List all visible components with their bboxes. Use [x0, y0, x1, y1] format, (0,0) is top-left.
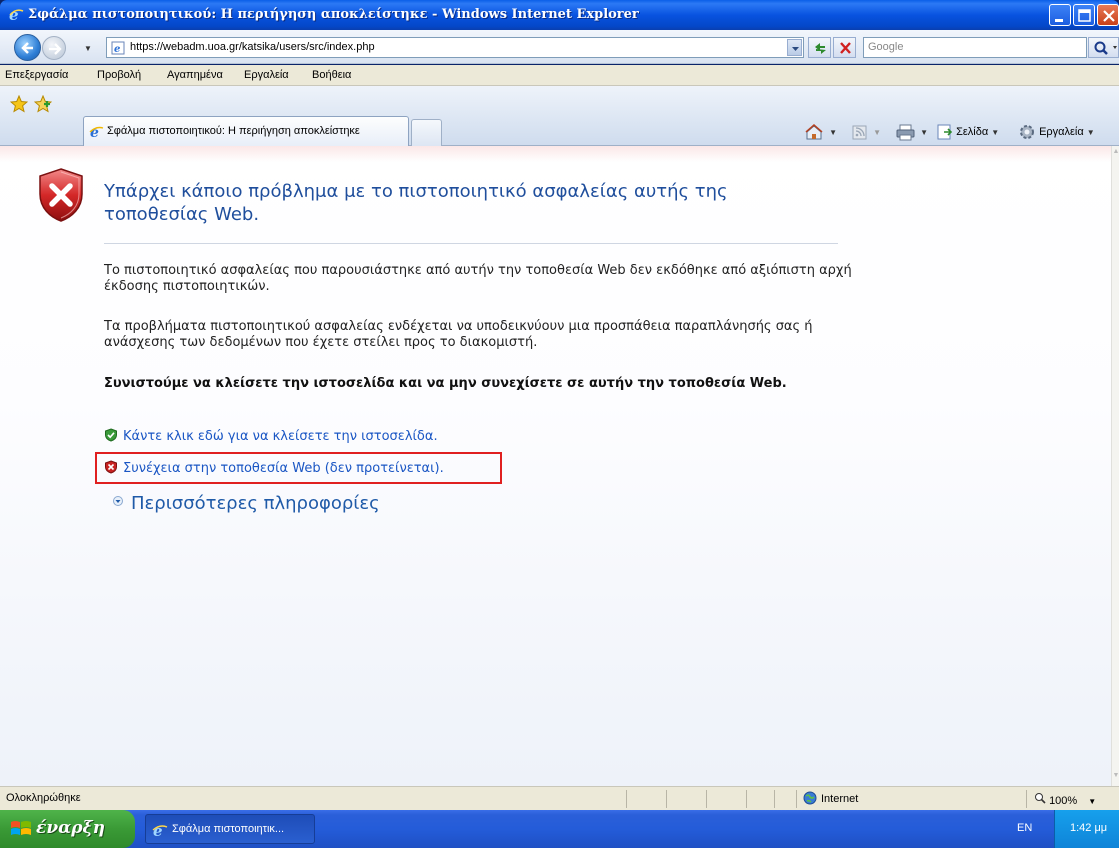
ie-logo-icon: e — [9, 6, 24, 23]
stop-button[interactable] — [833, 37, 856, 58]
tab-label: Σφάλμα πιστοποιητικού: Η περιήγηση αποκλ… — [107, 125, 360, 137]
taskbar: έναρξη e Σφάλμα πιστοποιητικ... EN 1:42 … — [0, 810, 1119, 848]
more-information-toggle[interactable]: Περισσότερες πληροφορίες — [113, 493, 380, 514]
close-page-link-text[interactable]: Κάντε κλικ εδώ για να κλείσετε την ιστοσ… — [123, 429, 438, 444]
close-icon — [1103, 10, 1115, 22]
svg-text:e: e — [114, 44, 120, 55]
menu-bar: Επεξεργασία Προβολή Αγαπημένα Εργαλεία Β… — [0, 65, 1119, 86]
address-bar[interactable]: e https://webadm.uoa.gr/katsika/users/sr… — [106, 37, 804, 58]
menu-item-view[interactable]: Προβολή — [97, 69, 141, 81]
search-placeholder: Google — [868, 41, 904, 53]
feeds-button[interactable]: ▼ — [850, 123, 881, 141]
print-button[interactable]: ▼ — [895, 123, 928, 141]
taskbar-window-label: Σφάλμα πιστοποιητικ... — [172, 823, 285, 835]
zoom-level: 100% — [1049, 795, 1078, 807]
menu-item-favorites[interactable]: Αγαπημένα — [167, 69, 223, 81]
home-icon — [805, 124, 823, 140]
globe-icon — [803, 791, 817, 805]
continue-to-site-link[interactable]: Συνέχεια στην τοποθεσία Web (δεν προτείν… — [104, 460, 444, 476]
favorites-star-icon[interactable] — [10, 95, 28, 113]
status-bar: Ολοκληρώθηκε Internet 100% ▼ — [0, 786, 1119, 810]
zone-label: Internet — [821, 793, 859, 805]
windows-logo-icon — [11, 821, 31, 835]
url-text[interactable]: https://webadm.uoa.gr/katsika/users/src/… — [130, 41, 375, 53]
zoom-icon — [1035, 793, 1046, 804]
taskbar-ie-window[interactable]: e Σφάλμα πιστοποιητικ... — [145, 814, 315, 844]
certificate-message: Το πιστοποιητικό ασφαλείας που παρουσιάσ… — [104, 263, 852, 294]
language-indicator[interactable]: EN — [1017, 822, 1032, 834]
menu-item-help[interactable]: Βοήθεια — [312, 69, 351, 81]
back-arrow-icon — [21, 42, 33, 54]
zoom-dropdown-icon[interactable]: ▼ — [1088, 797, 1096, 806]
chevron-down-icon — [792, 47, 799, 51]
tools-menu-button[interactable]: Εργαλεία ▼ — [1018, 123, 1095, 141]
more-info-label[interactable]: Περισσότερες πληροφορίες — [131, 493, 380, 514]
recommendation-text: Συνιστούμε να κλείσετε την ιστοσελίδα κα… — [104, 376, 787, 391]
tools-menu-label: Εργαλεία — [1039, 125, 1084, 138]
gear-icon — [1020, 125, 1034, 139]
close-window-button[interactable] — [1097, 4, 1119, 26]
error-title: Υπάρχει κάποιο πρόβλημα με το πιστοποιητ… — [104, 181, 728, 225]
clock[interactable]: 1:42 μμ — [1070, 822, 1107, 834]
ie-tab-icon: e — [89, 125, 104, 139]
green-shield-icon — [105, 428, 117, 442]
svg-text:e: e — [153, 822, 163, 838]
forward-arrow-icon — [49, 43, 62, 55]
continue-link-text[interactable]: Συνέχεια στην τοποθεσία Web (δεν προτείν… — [123, 461, 444, 476]
menu-item-tools[interactable]: Εργαλεία — [244, 69, 289, 81]
start-button[interactable]: έναρξη — [0, 810, 135, 848]
add-favorite-icon[interactable] — [34, 95, 52, 113]
rss-feed-icon — [852, 125, 867, 140]
divider — [104, 243, 838, 244]
address-row: ▼ e https://webadm.uoa.gr/katsika/users/… — [0, 30, 1119, 64]
zoom-control[interactable]: 100% ▼ — [1034, 792, 1096, 807]
window-title: Σφάλμα πιστοποιητικού: Η περιήγηση αποκλ… — [28, 7, 639, 22]
search-icon — [1094, 41, 1117, 55]
ie-taskbar-icon: e — [152, 822, 168, 838]
red-shield-icon — [105, 460, 117, 474]
maximize-icon — [1078, 9, 1091, 22]
address-dropdown-button[interactable] — [787, 39, 802, 56]
maximize-button[interactable] — [1073, 4, 1095, 26]
search-button[interactable] — [1088, 37, 1119, 58]
vertical-scrollbar[interactable]: ▲ ▼ — [1111, 146, 1119, 786]
menu-item-edit[interactable]: Επεξεργασία — [5, 69, 68, 81]
title-bar: e Σφάλμα πιστοποιητικού: Η περιήγηση απο… — [0, 0, 1119, 30]
page-icon — [937, 124, 953, 140]
new-tab-button[interactable] — [411, 119, 442, 146]
refresh-icon — [815, 43, 826, 54]
status-text: Ολοκληρώθηκε — [6, 792, 81, 804]
page-menu-label: Σελίδα — [956, 125, 989, 138]
content-top-glow — [0, 146, 1111, 162]
stop-icon — [840, 42, 851, 54]
risk-message: Τα προβλήματα πιστοποιητικού ασφαλείας ε… — [104, 319, 813, 350]
scroll-up-icon[interactable]: ▲ — [1112, 148, 1119, 160]
search-input[interactable]: Google — [863, 37, 1087, 58]
page-menu-button[interactable]: Σελίδα ▼ — [935, 123, 999, 141]
forward-button[interactable] — [42, 36, 66, 60]
chevron-down-icon — [113, 496, 123, 506]
home-button[interactable]: ▼ — [804, 123, 837, 141]
back-button[interactable] — [14, 34, 41, 61]
system-tray: 1:42 μμ — [1054, 810, 1119, 848]
tab-bar: e Σφάλμα πιστοποιητικού: Η περιήγηση απο… — [0, 86, 1119, 146]
page-icon: e — [111, 41, 125, 55]
security-shield-error-icon — [39, 168, 83, 222]
close-page-link[interactable]: Κάντε κλικ εδώ για να κλείσετε την ιστοσ… — [104, 428, 438, 444]
tab-active[interactable]: e Σφάλμα πιστοποιητικού: Η περιήγηση απο… — [83, 116, 409, 146]
start-label: έναρξη — [36, 818, 105, 838]
history-dropdown-icon[interactable]: ▼ — [84, 44, 92, 53]
minimize-icon — [1055, 19, 1063, 22]
minimize-button[interactable] — [1049, 4, 1071, 26]
printer-icon — [896, 124, 915, 141]
refresh-button[interactable] — [808, 37, 831, 58]
security-zone[interactable]: Internet — [803, 791, 858, 805]
scroll-down-icon[interactable]: ▼ — [1112, 772, 1119, 784]
